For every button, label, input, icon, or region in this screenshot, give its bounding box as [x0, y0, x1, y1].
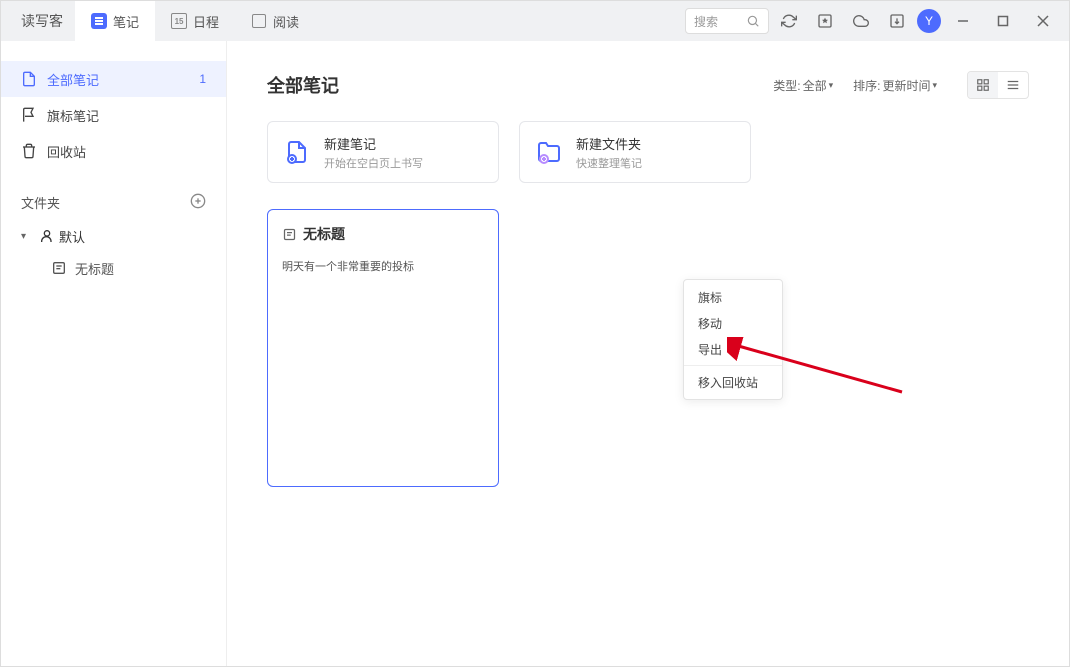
- folder-default[interactable]: ▾ 默认: [1, 220, 226, 252]
- tab-label: 日程: [193, 12, 219, 31]
- avatar[interactable]: Y: [917, 9, 941, 33]
- maximize-icon: [997, 15, 1009, 27]
- action-title: 新建文件夹: [576, 134, 642, 153]
- sidebar: 全部笔记 1 旗标笔记 回收站 文件夹 ▾ 默认 无标题: [1, 41, 227, 666]
- document-icon: [21, 71, 37, 87]
- note-title: 无标题: [303, 224, 345, 244]
- user-icon: [39, 228, 55, 244]
- main-toolbar: 类型: 全部 ▾ 排序: 更新时间 ▾: [773, 71, 1029, 99]
- new-note-button[interactable]: 新建笔记 开始在空白页上书写: [267, 121, 499, 183]
- book-icon: [251, 13, 267, 29]
- sort-dropdown[interactable]: 排序: 更新时间 ▾: [853, 77, 937, 94]
- note-icon: [282, 227, 297, 242]
- new-folder-icon: [536, 139, 562, 165]
- sidebar-item-count: 1: [199, 72, 206, 86]
- sort-value: 更新时间: [882, 77, 930, 94]
- add-folder-button[interactable]: [190, 193, 206, 212]
- chevron-down-icon: ▾: [21, 231, 35, 242]
- tabs: 笔记 15 日程 阅读: [75, 1, 315, 41]
- calendar-icon: 15: [171, 13, 187, 29]
- sort-label: 排序:: [853, 77, 880, 94]
- search-input[interactable]: 搜索: [685, 8, 769, 34]
- titlebar: 读写客 笔记 15 日程 阅读 搜索 Y: [1, 1, 1069, 41]
- note-item[interactable]: 无标题: [1, 252, 226, 284]
- tab-label: 笔记: [113, 12, 139, 31]
- context-menu: 旗标 移动 导出 移入回收站: [683, 279, 783, 400]
- tab-schedule[interactable]: 15 日程: [155, 1, 235, 41]
- star-icon: [817, 13, 833, 29]
- action-title: 新建笔记: [324, 134, 423, 153]
- grid-icon: [976, 78, 990, 92]
- main-header: 全部笔记 类型: 全部 ▾ 排序: 更新时间 ▾: [267, 71, 1029, 99]
- sidebar-item-label: 回收站: [47, 142, 86, 161]
- page-title: 全部笔记: [267, 72, 339, 98]
- app-name: 读写客: [9, 11, 75, 31]
- sync-button[interactable]: [773, 5, 805, 37]
- new-note-icon: [284, 139, 310, 165]
- filter-label: 类型:: [773, 77, 800, 94]
- search-placeholder: 搜索: [694, 13, 746, 30]
- notes-icon: [91, 13, 107, 29]
- ctx-export[interactable]: 导出: [684, 336, 782, 362]
- sidebar-item-label: 旗标笔记: [47, 106, 99, 125]
- list-view-button[interactable]: [998, 72, 1028, 98]
- close-icon: [1037, 15, 1049, 27]
- folders-label: 文件夹: [21, 193, 60, 212]
- action-cards: 新建笔记 开始在空白页上书写 新建文件夹 快速整理笔记: [267, 121, 1029, 183]
- sidebar-item-flagged[interactable]: 旗标笔记: [1, 97, 226, 133]
- ctx-separator: [684, 365, 782, 366]
- note-preview: 明天有一个非常重要的投标: [282, 258, 484, 274]
- ctx-move[interactable]: 移动: [684, 310, 782, 336]
- titlebar-tools: 搜索 Y: [685, 5, 1061, 37]
- window-close[interactable]: [1025, 5, 1061, 37]
- list-icon: [1006, 78, 1020, 92]
- note-card[interactable]: 无标题 明天有一个非常重要的投标: [267, 209, 499, 487]
- grid-view-button[interactable]: [968, 72, 998, 98]
- ctx-trash[interactable]: 移入回收站: [684, 369, 782, 395]
- window-maximize[interactable]: [985, 5, 1021, 37]
- minimize-icon: [957, 15, 969, 27]
- tab-label: 阅读: [273, 12, 299, 31]
- chevron-down-icon: ▾: [829, 80, 834, 91]
- import-button[interactable]: [881, 5, 913, 37]
- star-button[interactable]: [809, 5, 841, 37]
- search-icon: [746, 14, 760, 28]
- import-icon: [889, 13, 905, 29]
- sidebar-item-label: 全部笔记: [47, 70, 99, 89]
- cloud-icon: [853, 13, 869, 29]
- chevron-down-icon: ▾: [932, 80, 937, 91]
- cloud-button[interactable]: [845, 5, 877, 37]
- note-icon: [51, 260, 67, 276]
- ctx-flag[interactable]: 旗标: [684, 284, 782, 310]
- sync-icon: [781, 13, 797, 29]
- action-subtitle: 快速整理笔记: [576, 155, 642, 171]
- new-folder-button[interactable]: 新建文件夹 快速整理笔记: [519, 121, 751, 183]
- window-minimize[interactable]: [945, 5, 981, 37]
- folder-label: 默认: [59, 227, 85, 246]
- flag-icon: [21, 107, 37, 123]
- tab-reading[interactable]: 阅读: [235, 1, 315, 41]
- main-content: 全部笔记 类型: 全部 ▾ 排序: 更新时间 ▾: [227, 41, 1069, 666]
- trash-icon: [21, 143, 37, 159]
- sidebar-item-all-notes[interactable]: 全部笔记 1: [1, 61, 226, 97]
- note-item-label: 无标题: [75, 259, 114, 278]
- folders-header: 文件夹: [1, 185, 226, 220]
- type-filter[interactable]: 类型: 全部 ▾: [773, 77, 833, 94]
- note-card-header: 无标题: [282, 224, 484, 244]
- plus-circle-icon: [190, 193, 206, 209]
- sidebar-item-trash[interactable]: 回收站: [1, 133, 226, 169]
- filter-value: 全部: [803, 77, 827, 94]
- view-toggle: [967, 71, 1029, 99]
- action-subtitle: 开始在空白页上书写: [324, 155, 423, 171]
- tab-notes[interactable]: 笔记: [75, 1, 155, 41]
